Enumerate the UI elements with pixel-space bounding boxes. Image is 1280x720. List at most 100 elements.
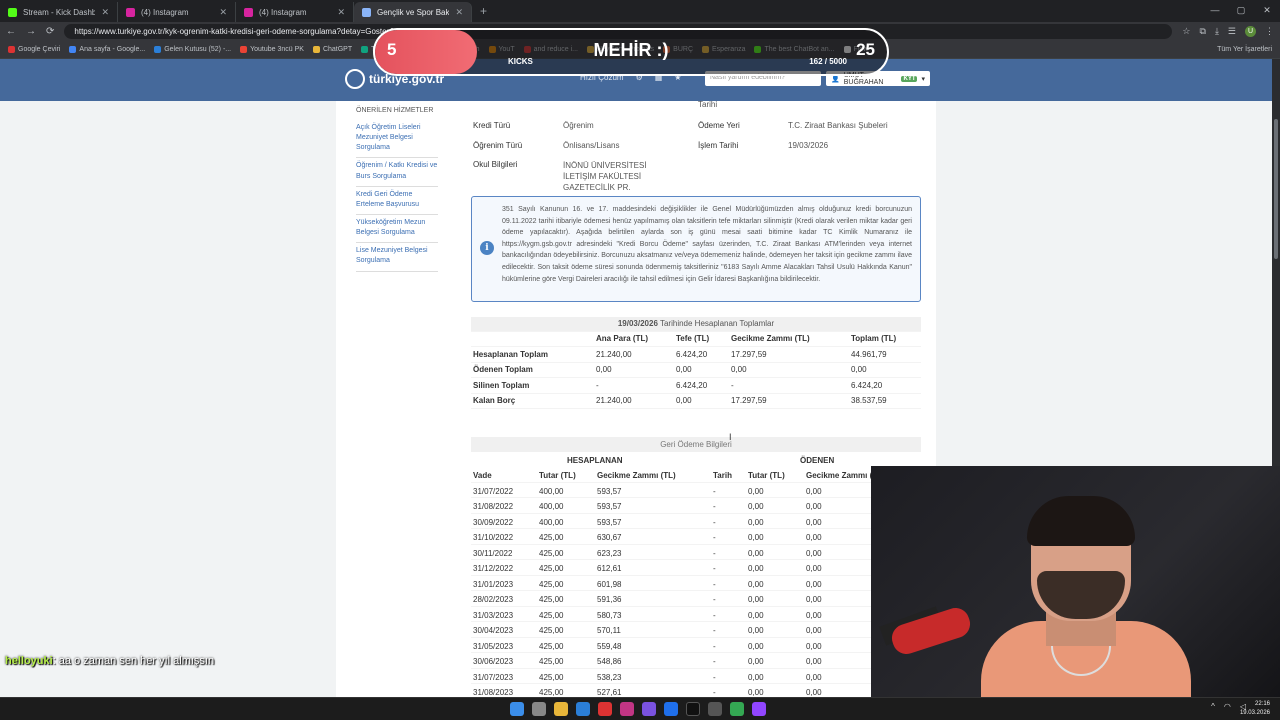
summary-v2: T.C. Ziraat Bankası Şubeleri: [788, 121, 888, 130]
totals-row: Silinen Toplam -6.424,20-6.424,20: [471, 377, 921, 394]
payment-cell: 425,00: [539, 610, 564, 620]
payment-cell: 31/07/2023: [473, 672, 514, 682]
payment-cell: 0,00: [748, 548, 764, 558]
windows-taskbar: ^ ◠ ◁ 22:16 19.03.2026: [0, 697, 1280, 720]
bookmark-icon: [361, 46, 369, 53]
payment-cell: -: [713, 626, 716, 635]
search-icon[interactable]: [532, 702, 546, 716]
close-tab-icon[interactable]: ✕: [219, 7, 227, 18]
totals-cell: 6.424,20: [674, 377, 729, 394]
payment-cell: 0,00: [748, 564, 764, 573]
reload-icon[interactable]: ⟳: [46, 26, 54, 37]
obs-icon[interactable]: [752, 702, 766, 716]
group-paid: ÖDENEN: [800, 456, 835, 465]
sidebar-link[interactable]: Açık Öğretim Liseleri Mezuniyet Belgesi …: [356, 120, 438, 159]
bookmark-label: Youtube 3ncü PK: [250, 46, 304, 53]
payment-cell: 0,00: [806, 657, 822, 666]
capcut-icon[interactable]: [708, 702, 722, 716]
payment-cell: 623,23: [597, 548, 622, 558]
minimize-icon[interactable]: —: [1202, 0, 1228, 20]
totals-cell: 17.297,59: [729, 346, 849, 363]
bookmark-item[interactable]: Ana sayfa - Google...: [69, 46, 145, 53]
instagram-icon[interactable]: [620, 702, 634, 716]
close-tab-icon[interactable]: ✕: [337, 7, 345, 18]
browser-tab[interactable]: Gençlik ve Spor Bakanlığı - Öğ ✕: [354, 2, 472, 22]
opera-icon[interactable]: [598, 702, 612, 716]
totals-cell: 6.424,20: [674, 346, 729, 363]
taskbar-icons: [510, 702, 766, 716]
start-icon[interactable]: [510, 702, 524, 716]
payment-cell: 0,00: [748, 533, 764, 542]
all-bookmarks[interactable]: Tüm Yer İşaretleri: [1217, 46, 1272, 53]
tiktok-icon[interactable]: [686, 702, 700, 716]
webcam-feed: [871, 466, 1280, 698]
scrollbar-thumb[interactable]: [1274, 119, 1278, 259]
sidebar-link[interactable]: Lise Mezuniyet Belgesi Sorgulama: [356, 243, 438, 272]
new-tab-button[interactable]: +: [472, 4, 495, 22]
kicks-goal-overlay: 5 MEHİR :) 25 KICKS 162 / 5000: [373, 28, 889, 76]
kebab-menu-icon[interactable]: ⋮: [1265, 26, 1274, 37]
totals-cell: 0,00: [849, 362, 921, 378]
logo-ring-icon: [345, 69, 365, 89]
payment-cell: 0,00: [748, 688, 764, 697]
chat-message: helloyuki: aa o zaman sen her yıl almışs…: [5, 655, 214, 667]
info-notice: i 351 Sayılı Kanunun 16. ve 17. maddesin…: [471, 196, 921, 302]
bookmark-icon: [240, 46, 248, 53]
file-explorer-icon[interactable]: [554, 702, 568, 716]
app-icon[interactable]: [642, 702, 656, 716]
payment-cell: 425,00: [539, 688, 564, 697]
summary-row: Öğrenim Türü Önlisans/Lisans İşlem Tarihi 1…: [472, 137, 922, 155]
totals-header-cell: [471, 331, 594, 347]
close-window-icon[interactable]: ✕: [1254, 0, 1280, 20]
tab-favicon-icon: [8, 7, 17, 17]
totals-header-cell: Toplam (TL): [849, 331, 921, 347]
payment-groups: HESAPLANAN ÖDENEN: [471, 452, 921, 467]
browser-tab[interactable]: Stream - Kick Dashboard ✕: [0, 2, 118, 22]
payment-cell: 425,00: [539, 657, 564, 666]
payment-header-cell: Tutar (TL): [748, 471, 785, 480]
sidebar-link[interactable]: Yükseköğretim Mezun Belgesi Sorgulama: [356, 215, 438, 244]
payment-row: 28/02/2023 425,00 591,36 - 0,00 0,00: [471, 591, 921, 607]
close-tab-icon[interactable]: ✕: [455, 7, 463, 18]
payment-cell: 0,00: [806, 610, 822, 620]
back-icon[interactable]: ←: [6, 26, 16, 37]
forward-icon[interactable]: →: [26, 26, 36, 37]
edge-icon[interactable]: [576, 702, 590, 716]
payment-cell: -: [713, 688, 716, 697]
maximize-icon[interactable]: ▢: [1228, 0, 1254, 20]
totals-row-label: Ödenen Toplam: [471, 362, 594, 378]
extension-icon[interactable]: ⧉: [1200, 26, 1206, 37]
sidebar-link[interactable]: Kredi Geri Ödeme Erteleme Başvurusu: [356, 187, 438, 215]
payment-cell: -: [713, 595, 716, 604]
chat-text: : aa o zaman sen her yıl almışsın: [52, 655, 215, 667]
totals-cell: 38.537,59: [849, 393, 921, 409]
payment-cell: 593,57: [597, 486, 622, 496]
sidebar-link[interactable]: Öğrenim / Katkı Kredisi ve Burs Sorgulam…: [356, 158, 438, 187]
profile-avatar[interactable]: U: [1245, 26, 1256, 37]
wifi-icon[interactable]: ◠: [1224, 702, 1231, 711]
bookmark-icon: [154, 46, 162, 53]
bookmark-item[interactable]: Youtube 3ncü PK: [240, 46, 304, 53]
tray-chevron-icon[interactable]: ^: [1211, 702, 1215, 711]
close-tab-icon[interactable]: ✕: [101, 7, 109, 18]
browser-tab[interactable]: (4) Instagram ✕: [118, 2, 236, 22]
menu-icon[interactable]: ☰: [1228, 26, 1236, 37]
chrome-icon[interactable]: [730, 702, 744, 716]
photoshop-icon[interactable]: [664, 702, 678, 716]
mouse-cursor: I: [729, 432, 732, 442]
browser-tab[interactable]: (4) Instagram ✕: [236, 2, 354, 22]
bookmark-item[interactable]: ChatGPT: [312, 46, 352, 53]
payment-cell: 425,00: [539, 672, 564, 682]
bookmark-item[interactable]: Gelen Kutusu (52) -...: [154, 46, 231, 53]
bookmark-item[interactable]: Google Çeviri: [8, 46, 60, 53]
summary-v1: Önlisans/Lisans: [563, 141, 620, 150]
star-icon[interactable]: ☆: [1182, 26, 1190, 37]
tab-favicon-icon: [362, 7, 371, 17]
payment-cell: 31/03/2023: [473, 610, 514, 620]
totals-caption-date: 19/03/2026: [617, 319, 658, 329]
payment-row: 30/04/2023 425,00 570,11 - 0,00 0,00: [471, 622, 921, 638]
clock[interactable]: 22:16 19.03.2026: [1240, 700, 1270, 718]
payment-cell: 31/01/2023: [473, 579, 514, 589]
payment-cell: 0,00: [748, 595, 764, 604]
download-icon[interactable]: ⤓: [1215, 26, 1219, 37]
